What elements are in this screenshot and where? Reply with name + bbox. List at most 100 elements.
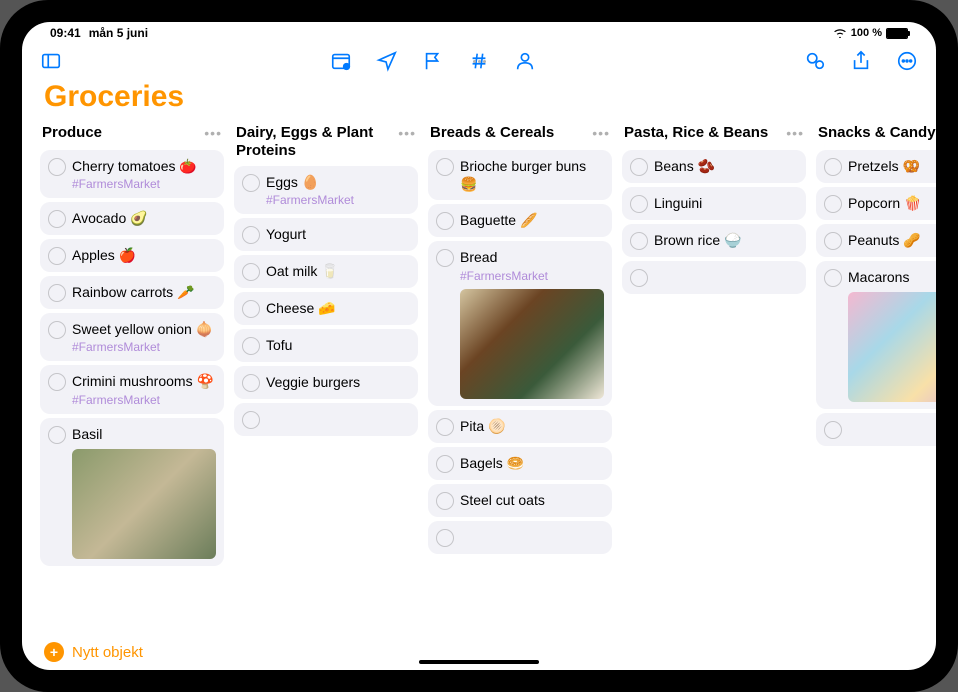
empty-item[interactable] <box>622 261 806 294</box>
item-body: Baguette 🥖 <box>460 211 604 229</box>
item-checkbox[interactable] <box>824 232 842 250</box>
column-title: Breads & Cereals <box>430 124 554 142</box>
item-image[interactable] <box>460 289 604 399</box>
list-item[interactable]: Apples 🍎 <box>40 239 224 272</box>
list-item[interactable]: Oat milk 🥛 <box>234 255 418 288</box>
list-item[interactable]: Beans 🫘 <box>622 150 806 183</box>
item-checkbox[interactable] <box>630 195 648 213</box>
window-grab-handle[interactable] <box>461 60 497 64</box>
list-item[interactable]: Brioche burger buns 🍔 <box>428 150 612 200</box>
list-item[interactable]: Macarons <box>816 261 936 409</box>
item-checkbox[interactable] <box>436 418 454 436</box>
list-item[interactable]: Baguette 🥖 <box>428 204 612 237</box>
item-checkbox[interactable] <box>242 174 260 192</box>
list-item[interactable]: Cherry tomatoes 🍅#FarmersMarket <box>40 150 224 198</box>
list-item[interactable]: Pretzels 🥨 <box>816 150 936 183</box>
item-checkbox[interactable] <box>436 249 454 267</box>
share-icon[interactable] <box>850 50 872 72</box>
calendar-icon[interactable]: + <box>330 50 352 72</box>
empty-item[interactable] <box>816 413 936 446</box>
item-checkbox[interactable] <box>630 232 648 250</box>
item-text: Sweet yellow onion 🧅 <box>72 320 216 338</box>
list-item[interactable]: Rainbow carrots 🥕 <box>40 276 224 309</box>
column-title: Produce <box>42 124 102 142</box>
column-header: Dairy, Eggs & Plant Proteins••• <box>234 124 418 160</box>
empty-item[interactable] <box>234 403 418 436</box>
item-image[interactable] <box>72 449 216 559</box>
item-checkbox[interactable] <box>824 269 842 287</box>
item-checkbox[interactable] <box>824 195 842 213</box>
item-tag[interactable]: #FarmersMarket <box>72 340 216 354</box>
item-checkbox[interactable] <box>48 321 66 339</box>
column-more-icon[interactable]: ••• <box>786 124 804 140</box>
columns-board[interactable]: Produce ••• Cherry tomatoes 🍅#FarmersMarke… <box>22 124 936 632</box>
location-icon[interactable] <box>376 50 398 72</box>
item-checkbox[interactable] <box>242 337 260 355</box>
item-checkbox[interactable] <box>48 210 66 228</box>
empty-item[interactable] <box>428 521 612 554</box>
item-checkbox[interactable] <box>630 269 648 287</box>
list-item[interactable]: Brown rice 🍚 <box>622 224 806 257</box>
item-checkbox[interactable] <box>436 455 454 473</box>
list-item[interactable]: Veggie burgers <box>234 366 418 399</box>
person-icon[interactable] <box>514 50 536 72</box>
item-checkbox[interactable] <box>48 426 66 444</box>
item-checkbox[interactable] <box>824 421 842 439</box>
item-checkbox[interactable] <box>48 247 66 265</box>
item-tag[interactable]: #FarmersMarket <box>72 393 216 407</box>
item-body: Brown rice 🍚 <box>654 231 798 249</box>
list-item[interactable]: Cheese 🧀 <box>234 292 418 325</box>
item-image[interactable] <box>848 292 936 402</box>
item-checkbox[interactable] <box>824 158 842 176</box>
item-body: Crimini mushrooms 🍄#FarmersMarket <box>72 372 216 406</box>
item-checkbox[interactable] <box>48 373 66 391</box>
list-item[interactable]: Eggs 🥚#FarmersMarket <box>234 166 418 214</box>
sidebar-toggle-icon[interactable] <box>40 50 62 72</box>
item-checkbox[interactable] <box>242 263 260 281</box>
column-more-icon[interactable]: ••• <box>398 124 416 140</box>
item-tag[interactable]: #FarmersMarket <box>460 269 604 283</box>
item-text: Veggie burgers <box>266 373 410 391</box>
list-item[interactable]: Bagels 🥯 <box>428 447 612 480</box>
list-item[interactable]: Peanuts 🥜 <box>816 224 936 257</box>
item-checkbox[interactable] <box>630 158 648 176</box>
home-indicator[interactable] <box>419 660 539 664</box>
list-item[interactable]: Sweet yellow onion 🧅 #FarmersMarket <box>40 313 224 361</box>
add-item-icon[interactable]: + <box>44 642 64 662</box>
list-item[interactable]: Linguini <box>622 187 806 220</box>
item-checkbox[interactable] <box>436 158 454 176</box>
item-checkbox[interactable] <box>242 226 260 244</box>
column: Breads & Cereals ••• Brioche burger buns 🍔… <box>428 124 612 632</box>
list-item[interactable]: Popcorn 🍿 <box>816 187 936 220</box>
list-item[interactable]: Crimini mushrooms 🍄#FarmersMarket <box>40 365 224 413</box>
list-item[interactable]: Avocado 🥑 <box>40 202 224 235</box>
item-body: Yogurt <box>266 225 410 243</box>
list-item[interactable]: Steel cut oats <box>428 484 612 517</box>
item-body: Bread#FarmersMarket <box>460 248 604 398</box>
item-body: Peanuts 🥜 <box>848 231 936 249</box>
item-checkbox[interactable] <box>48 158 66 176</box>
status-bar: 09:41 mån 5 juni 100 % <box>22 22 936 42</box>
ipad-frame: 09:41 mån 5 juni 100 % + <box>0 0 958 692</box>
item-checkbox[interactable] <box>242 374 260 392</box>
list-item[interactable]: Pita 🫓 <box>428 410 612 443</box>
item-tag[interactable]: #FarmersMarket <box>266 193 410 207</box>
collaborate-icon[interactable] <box>804 50 826 72</box>
item-checkbox[interactable] <box>436 212 454 230</box>
list-item[interactable]: Basil <box>40 418 224 566</box>
column-more-icon[interactable]: ••• <box>592 124 610 140</box>
list-item[interactable]: Tofu <box>234 329 418 362</box>
item-checkbox[interactable] <box>436 529 454 547</box>
item-checkbox[interactable] <box>436 492 454 510</box>
flag-icon[interactable] <box>422 50 444 72</box>
item-checkbox[interactable] <box>242 300 260 318</box>
list-item[interactable]: Yogurt <box>234 218 418 251</box>
item-checkbox[interactable] <box>48 284 66 302</box>
new-item-button[interactable]: Nytt objekt <box>72 644 143 661</box>
more-icon[interactable] <box>896 50 918 72</box>
column-more-icon[interactable]: ••• <box>204 124 222 140</box>
list-item[interactable]: Bread#FarmersMarket <box>428 241 612 405</box>
item-tag[interactable]: #FarmersMarket <box>72 177 216 191</box>
item-text: Tofu <box>266 336 410 354</box>
item-checkbox[interactable] <box>242 411 260 429</box>
